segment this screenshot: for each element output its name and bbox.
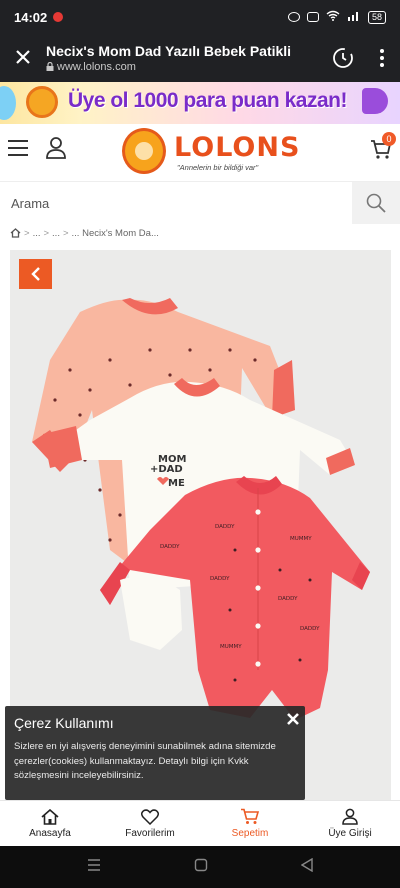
close-icon bbox=[16, 50, 30, 64]
home-icon bbox=[41, 808, 59, 825]
menu-icon bbox=[8, 140, 28, 142]
breadcrumb: > ... > ... > ... Necix's Mom Da... bbox=[10, 226, 159, 240]
cookie-notice: Çerez Kullanımı Sizlere en iyi alışveriş… bbox=[5, 706, 305, 800]
megaphone-icon bbox=[362, 88, 388, 114]
user-icon bbox=[46, 137, 66, 159]
recent-apps-button[interactable] bbox=[87, 858, 101, 876]
back-system-button[interactable] bbox=[300, 857, 314, 877]
square-home-icon bbox=[194, 858, 208, 871]
recent-apps-icon bbox=[87, 859, 100, 871]
account-button[interactable] bbox=[45, 136, 67, 160]
site-header: LOLONS "Annelerin bir bildiği var" 0 bbox=[0, 124, 400, 182]
page-url: www.lolons.com bbox=[46, 61, 322, 73]
nav-label: Üye Girişi bbox=[328, 828, 372, 839]
cart-count-badge: 0 bbox=[382, 132, 396, 146]
nav-label: Favorilerim bbox=[125, 827, 175, 839]
system-nav-bar bbox=[0, 846, 400, 888]
me-print: ME bbox=[168, 478, 185, 489]
svg-text:DADDY: DADDY bbox=[278, 596, 298, 602]
cookie-close-button[interactable] bbox=[287, 710, 299, 730]
screen: 14:02 58 Necix's Mom Dad Yazılı Bebek Pa… bbox=[0, 0, 400, 888]
status-time: 14:02 bbox=[14, 9, 48, 25]
data-icon bbox=[306, 12, 319, 22]
history-icon bbox=[333, 48, 353, 68]
cart-icon bbox=[241, 808, 260, 824]
nav-favorites[interactable]: Favorilerim bbox=[100, 801, 200, 846]
close-tab-button[interactable] bbox=[0, 44, 46, 72]
history-button[interactable] bbox=[322, 34, 364, 82]
chevron-left-icon bbox=[30, 267, 40, 281]
breadcrumb-separator: > bbox=[43, 227, 50, 239]
battery-icon: 58 bbox=[367, 10, 386, 24]
bottom-nav: Anasayfa Favorilerim Sepetim Üye Girişi bbox=[0, 800, 400, 846]
site-logo[interactable]: LOLONS "Annelerin bir bildiği var" bbox=[122, 126, 299, 180]
svg-text:MUMMY: MUMMY bbox=[290, 536, 312, 542]
svg-text:DADDY: DADDY bbox=[215, 524, 235, 530]
lock-icon bbox=[46, 61, 54, 71]
svg-text:MUMMY: MUMMY bbox=[220, 644, 242, 650]
image-prev-button[interactable] bbox=[19, 259, 52, 289]
nav-login[interactable]: Üye Girişi bbox=[300, 801, 400, 846]
heart-icon bbox=[141, 808, 159, 825]
wifi-icon bbox=[326, 10, 340, 24]
nav-label: Sepetim bbox=[231, 828, 269, 839]
back-triangle-icon bbox=[300, 857, 314, 872]
close-icon bbox=[287, 713, 299, 725]
promo-banner[interactable]: Üye ol 1000 para puan kazan! bbox=[0, 82, 400, 124]
breadcrumb-separator: > bbox=[24, 227, 30, 239]
promo-text: Üye ol 1000 para puan kazan! bbox=[68, 89, 347, 112]
lion-logo-icon bbox=[122, 128, 166, 174]
url-text: www.lolons.com bbox=[57, 61, 136, 73]
logo-tagline: "Annelerin bir bildiği var" bbox=[177, 163, 259, 172]
search-button[interactable] bbox=[352, 182, 400, 224]
breadcrumb-separator: > bbox=[62, 227, 69, 239]
status-icons: 58 bbox=[287, 10, 386, 24]
breadcrumb-item[interactable]: ... bbox=[33, 228, 41, 239]
more-vertical-icon bbox=[380, 49, 384, 67]
signal-icon bbox=[347, 10, 361, 24]
nav-cart[interactable]: Sepetim bbox=[200, 801, 300, 846]
cookie-title: Çerez Kullanımı bbox=[14, 715, 114, 731]
overflow-menu-button[interactable] bbox=[364, 34, 400, 82]
carrier-icon bbox=[53, 12, 64, 22]
user-icon bbox=[342, 808, 358, 825]
search-icon bbox=[366, 193, 386, 213]
decoration bbox=[0, 86, 16, 120]
page-title: Necix's Mom Dad Yazılı Bebek Patikli bbox=[46, 43, 292, 59]
browser-toolbar: Necix's Mom Dad Yazılı Bebek Patikli www… bbox=[0, 34, 400, 82]
nav-home[interactable]: Anasayfa bbox=[0, 801, 100, 846]
cookie-text: Sizlere en iyi alışveriş deneyimini suna… bbox=[14, 741, 276, 781]
page-info[interactable]: Necix's Mom Dad Yazılı Bebek Patikli www… bbox=[46, 43, 322, 73]
white-onesie-feet bbox=[120, 576, 182, 650]
logo-text: LOLONS bbox=[174, 132, 301, 163]
menu-button[interactable] bbox=[8, 140, 28, 156]
svg-text:DADDY: DADDY bbox=[300, 626, 320, 632]
search-input[interactable] bbox=[0, 182, 352, 224]
dad-print: +DAD bbox=[150, 464, 183, 475]
svg-text:DADDY: DADDY bbox=[210, 576, 230, 582]
search-bar bbox=[0, 182, 400, 224]
home-icon[interactable] bbox=[10, 228, 21, 238]
svg-text:DADDY: DADDY bbox=[160, 544, 180, 550]
breadcrumb-current: ... Necix's Mom Da... bbox=[71, 227, 159, 239]
nav-label: Anasayfa bbox=[29, 827, 71, 839]
lion-mascot-icon bbox=[26, 86, 58, 118]
alarm-icon bbox=[287, 12, 300, 22]
status-bar: 14:02 58 bbox=[0, 0, 400, 34]
home-system-button[interactable] bbox=[194, 858, 208, 877]
breadcrumb-item[interactable]: ... bbox=[52, 228, 60, 239]
